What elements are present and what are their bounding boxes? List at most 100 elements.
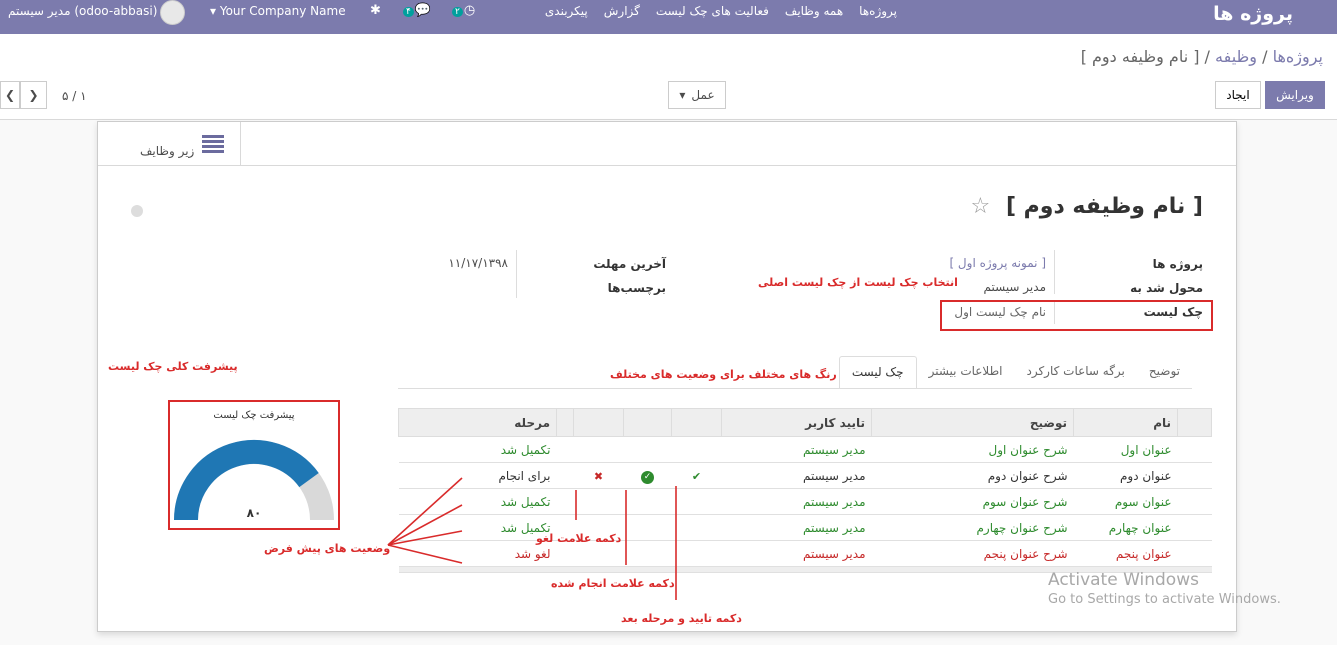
annotation-cancel-button: دکمه علامت لغو <box>536 532 622 545</box>
top-navbar: پروژه ها پروژه‌ها همه وظایف فعالیت های چ… <box>0 0 1337 34</box>
cell-user: مدیر سیستم <box>721 436 872 463</box>
gauge-value: ۸۰ <box>246 506 262 520</box>
menu-item-checklist-activities[interactable]: فعالیت های چک لیست <box>656 4 769 18</box>
cell-sort <box>1177 488 1212 515</box>
breadcrumb: پروژه‌ها / وظیفه / [ نام وظیفه دوم ] <box>1080 47 1323 66</box>
cell-sort <box>1177 540 1212 567</box>
project-value[interactable]: [ نمونه پروژه اول ] <box>949 256 1046 270</box>
notebook-tabs: توضیح برگه ساعات کارکرد اطلاعات بیشتر چک… <box>838 356 1192 389</box>
cell-user: مدیر سیستم <box>721 462 872 489</box>
cell-approve <box>671 514 722 541</box>
subtasks-label: زیر وظایف <box>140 144 195 158</box>
action-dropdown[interactable]: ▾ عمل <box>668 81 726 109</box>
breadcrumb-projects[interactable]: پروژه‌ها <box>1273 47 1323 66</box>
avatar[interactable] <box>160 0 185 25</box>
list-icon <box>202 135 224 153</box>
pager-next-button[interactable]: ❯ <box>20 81 47 109</box>
cell-name: عنوان چهارم <box>1073 514 1178 541</box>
chevron-left-icon: ❮ <box>4 88 16 102</box>
cell-name: عنوان سوم <box>1073 488 1178 515</box>
cell-stage: برای انجام <box>398 462 557 489</box>
field-divider <box>1054 250 1055 294</box>
cell-done <box>623 540 672 567</box>
table-row[interactable]: عنوان اول شرح عنوان اول مدیر سیستم تکمیل شد <box>398 436 1212 463</box>
star-icon[interactable]: ☆ <box>971 194 991 219</box>
project-label: پروژه ها <box>1152 257 1203 271</box>
cell-cancel[interactable]: ✖ <box>573 462 624 489</box>
cell-done <box>623 488 672 515</box>
cell-approve[interactable]: ✔ <box>671 462 722 489</box>
deadline-value[interactable]: ۱۱/۱۷/۱۳۹۸ <box>448 256 508 270</box>
tab-baseline <box>398 388 1192 389</box>
cell-stage: تکمیل شد <box>398 514 557 541</box>
checklist-table: نام توضیح تایید کاربر مرحله عنوان اول شرح… <box>398 408 1212 573</box>
cell-done[interactable]: ✓ <box>623 462 672 489</box>
cell-name: عنوان اول <box>1073 436 1178 463</box>
breadcrumb-task[interactable]: وظیفه <box>1215 47 1257 66</box>
table-row[interactable]: عنوان پنجم شرح عنوان پنجم مدیر سیستم لغو شد <box>398 540 1212 567</box>
cell-done <box>623 436 672 463</box>
cell-stage: لغو شد <box>398 540 557 567</box>
column-header-description[interactable]: توضیح <box>871 408 1074 437</box>
table-row[interactable]: عنوان دوم شرح عنوان دوم مدیر سیستم ✔ ✓ ✖ برای … <box>398 462 1212 489</box>
watermark-line1: Activate Windows <box>1048 570 1199 590</box>
gauge-title: پیشرفت چک لیست <box>213 410 295 421</box>
app-title[interactable]: پروژه ها <box>1213 3 1293 25</box>
cell-approve <box>671 540 722 567</box>
cell-cancel <box>573 436 624 463</box>
annotation-colors: رنگ های مختلف برای وضعیت های مختلف <box>610 368 837 381</box>
tab-checklist[interactable]: چک لیست <box>838 356 917 389</box>
pager-value[interactable]: ۵ / ۱ <box>62 89 87 103</box>
company-switcher[interactable]: ▾ Your Company Name <box>210 4 346 18</box>
subtasks-smart-button[interactable]: زیر وظایف <box>98 122 241 166</box>
mark-cancel-icon[interactable]: ✖ <box>594 470 603 483</box>
messaging-icon[interactable]: ۴ 💬 <box>403 3 431 18</box>
cell-description: شرح عنوان اول <box>871 436 1074 463</box>
assigned-value[interactable]: مدیر سیستم <box>984 280 1047 294</box>
pager-previous-button[interactable]: ❮ <box>0 81 20 109</box>
breadcrumb-current: [ نام وظیفه دوم ] <box>1080 47 1200 66</box>
column-header-cancel <box>573 408 624 437</box>
annotation-done-button: دکمه علامت انجام شده <box>551 577 675 590</box>
menu-item-all-tasks[interactable]: همه وظایف <box>785 4 843 18</box>
main-menu: پروژه‌ها همه وظایف فعالیت های چک لیست گز… <box>545 4 897 18</box>
kanban-state-dot[interactable] <box>131 205 143 217</box>
chevron-right-icon: ❯ <box>28 88 39 102</box>
control-panel: پروژه‌ها / وظیفه / [ نام وظیفه دوم ] ویر… <box>0 34 1337 120</box>
table-row[interactable]: عنوان چهارم شرح عنوان چهارم مدیر سیستم تکمی… <box>398 514 1212 541</box>
cell-approve <box>671 436 722 463</box>
create-button[interactable]: ایجاد <box>1215 81 1261 109</box>
chevron-down-icon: ▾ <box>679 88 686 102</box>
menu-item-projects[interactable]: پروژه‌ها <box>859 4 897 18</box>
form-sheet: زیر وظایف [ نام وظیفه دوم ] ☆ پروژه ها [… <box>97 121 1237 632</box>
column-header-spacer <box>556 408 574 437</box>
tab-timesheets[interactable]: برگه ساعات کارکرد <box>1014 356 1136 389</box>
menu-item-configuration[interactable]: پیکربندی <box>545 4 588 18</box>
annotation-default-states: وضعیت های پیش فرض <box>264 542 391 555</box>
tab-description[interactable]: توضیح <box>1137 356 1192 389</box>
cell-sort <box>1177 462 1212 489</box>
column-header-sort[interactable] <box>1177 408 1212 437</box>
cell-spacer <box>556 488 574 515</box>
column-header-stage[interactable]: مرحله <box>398 408 557 437</box>
column-header-done <box>623 408 672 437</box>
windows-activation-watermark: Activate Windows Go to Settings to activ… <box>1048 570 1281 607</box>
annotation-overall-progress: پیشرفت کلی چک لیست <box>108 360 238 373</box>
cell-spacer <box>556 436 574 463</box>
table-header-row: نام توضیح تایید کاربر مرحله <box>398 408 1212 437</box>
approve-next-stage-icon[interactable]: ✔ <box>692 470 701 483</box>
edit-button[interactable]: ویرایش <box>1265 81 1325 109</box>
activity-clock-icon[interactable]: ۲ ◷ <box>452 3 475 18</box>
menu-item-reporting[interactable]: گزارش <box>604 4 640 18</box>
tab-extra-info[interactable]: اطلاعات بیشتر <box>917 356 1015 389</box>
cell-sort <box>1177 514 1212 541</box>
debug-bug-icon[interactable]: ✱ <box>370 3 381 18</box>
table-row[interactable]: عنوان سوم شرح عنوان سوم مدیر سیستم تکمیل شد <box>398 488 1212 515</box>
cell-sort <box>1177 436 1212 463</box>
cell-user: مدیر سیستم <box>721 488 872 515</box>
column-header-user-approval[interactable]: تایید کاربر <box>721 408 872 437</box>
task-title-text: [ نام وظیفه دوم ] <box>1005 194 1203 219</box>
column-header-name[interactable]: نام <box>1073 408 1178 437</box>
mark-done-icon[interactable]: ✓ <box>641 470 654 484</box>
user-menu[interactable]: مدیر سیستم (odoo-abbasi) <box>8 4 157 18</box>
